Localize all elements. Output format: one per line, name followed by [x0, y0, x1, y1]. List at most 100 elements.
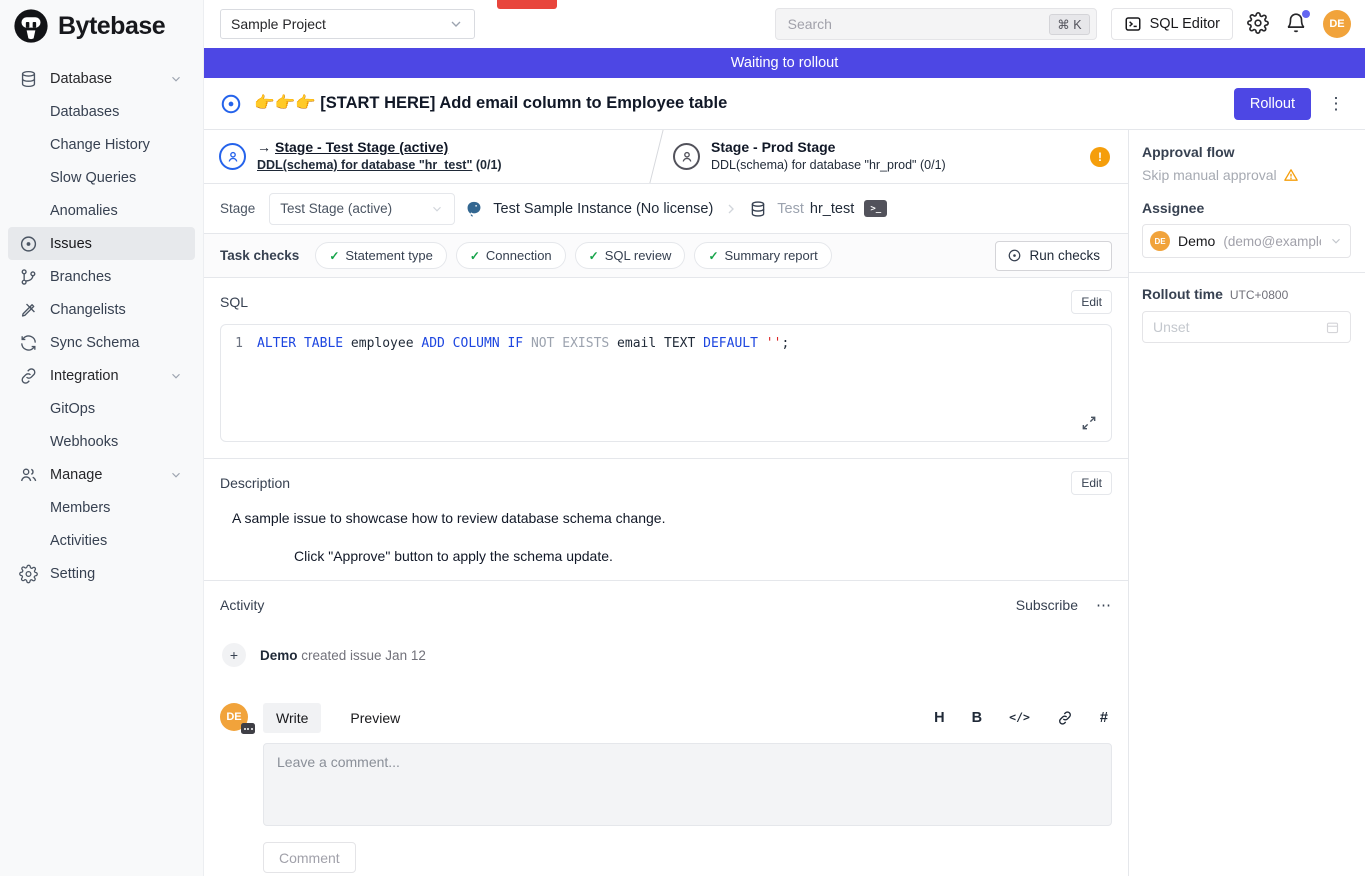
postgres-icon: [465, 200, 483, 218]
sidebar-item-label: Issues: [50, 236, 92, 252]
warning-icon: [1283, 167, 1299, 183]
assignee-title: Assignee: [1142, 200, 1351, 216]
sidebar-item-branches[interactable]: Branches: [8, 260, 195, 293]
description-section: Description Edit A sample issue to showc…: [204, 458, 1128, 580]
database-link[interactable]: hr_test: [810, 201, 854, 217]
sidebar-item-gitops[interactable]: GitOps: [8, 392, 195, 425]
sidebar-item-label: Integration: [50, 368, 119, 384]
heading-icon[interactable]: H: [934, 711, 944, 726]
brand-name: Bytebase: [58, 12, 165, 41]
description-body: A sample issue to showcase how to review…: [220, 510, 1112, 564]
description-paragraph: Click "Approve" button to apply the sche…: [294, 548, 1112, 564]
brand[interactable]: Bytebase: [0, 0, 203, 52]
sidebar-item-database[interactable]: Database: [8, 62, 195, 95]
main-area: Sample Project Search ⌘ K SQL Editor DE: [204, 0, 1365, 876]
rollout-time-placeholder: Unset: [1153, 319, 1325, 335]
notifications-button[interactable]: [1285, 12, 1309, 36]
terminal-icon: [1124, 15, 1142, 33]
sidebar-item-change-history[interactable]: Change History: [8, 128, 195, 161]
sidebar-item-manage[interactable]: Manage: [8, 458, 195, 491]
sidebar-item-label: Members: [50, 500, 110, 516]
instance-link[interactable]: Test Sample Instance (No license): [493, 201, 713, 217]
sidebar-item-setting[interactable]: Setting: [8, 557, 195, 590]
stage-prod-text: Stage - Prod Stage DDL(schema) for datab…: [711, 139, 946, 174]
link-icon[interactable]: [1057, 710, 1073, 726]
settings-button[interactable]: [1247, 12, 1271, 36]
search-input[interactable]: Search ⌘ K: [775, 8, 1097, 40]
project-select[interactable]: Sample Project: [220, 9, 475, 39]
sidebar-item-activities[interactable]: Activities: [8, 524, 195, 557]
stage-pipeline: →Stage - Test Stage (active) DDL(schema)…: [204, 130, 1128, 184]
sql-edit-button[interactable]: Edit: [1071, 290, 1112, 314]
check-icon: ✓: [708, 249, 718, 263]
content-row: →Stage - Test Stage (active) DDL(schema)…: [204, 130, 1365, 876]
stage-test-task: DDL(schema) for database "hr_test" (0/1): [257, 158, 502, 174]
task-check-pill-statement-type[interactable]: ✓Statement type: [315, 242, 447, 269]
sql-editor-button[interactable]: SQL Editor: [1111, 8, 1233, 40]
chevron-right-icon: [723, 201, 739, 217]
task-check-pill-connection[interactable]: ✓Connection: [456, 242, 566, 269]
description-paragraph: A sample issue to showcase how to review…: [232, 510, 1112, 526]
sidebar-item-label: Databases: [50, 104, 119, 120]
tab-preview[interactable]: Preview: [337, 703, 413, 733]
calendar-icon: [1325, 320, 1340, 335]
sidebar-item-issues[interactable]: Issues: [8, 227, 195, 260]
bold-icon[interactable]: B: [972, 711, 982, 726]
rollout-time-title: Rollout time: [1142, 286, 1223, 302]
expand-icon[interactable]: [1081, 415, 1097, 431]
stage-test-text: →Stage - Test Stage (active) DDL(schema)…: [257, 139, 502, 174]
sidebar-item-members[interactable]: Members: [8, 491, 195, 524]
issue-detail: →Stage - Test Stage (active) DDL(schema)…: [204, 130, 1128, 876]
stage-bar: Stage Test Stage (active) Test Sample In…: [204, 184, 1128, 234]
rollout-time-row: Rollout time UTC+0800: [1142, 286, 1351, 302]
line-number: 1: [231, 336, 257, 351]
notification-dot: [1302, 10, 1310, 18]
sidebar-item-sync-schema[interactable]: Sync Schema: [8, 326, 195, 359]
sidebar-item-label: Changelists: [50, 302, 126, 318]
assignee-name: Demo: [1178, 233, 1215, 249]
chevron-down-icon: [448, 16, 464, 32]
run-checks-button[interactable]: Run checks: [995, 241, 1112, 271]
search-placeholder: Search: [788, 16, 1050, 32]
database-icon: [749, 200, 767, 218]
tab-write[interactable]: Write: [263, 703, 321, 733]
stage-prod[interactable]: Stage - Prod Stage DDL(schema) for datab…: [657, 130, 1128, 183]
format-icons: H B </> #: [934, 710, 1112, 726]
code-icon[interactable]: </>: [1009, 712, 1030, 724]
topbar: Sample Project Search ⌘ K SQL Editor DE: [204, 0, 1365, 48]
sql-editor[interactable]: 1 ALTER TABLE employee ADD COLUMN IF NOT…: [220, 324, 1112, 442]
sql-title: SQL: [220, 294, 248, 310]
rollout-button[interactable]: Rollout: [1234, 88, 1311, 120]
hash-icon[interactable]: #: [1100, 711, 1108, 726]
comment-textarea[interactable]: Leave a comment...: [263, 743, 1112, 826]
comment-submit-button[interactable]: Comment: [263, 842, 356, 873]
sidebar-item-integration[interactable]: Integration: [8, 359, 195, 392]
sidebar-item-changelists[interactable]: Changelists: [8, 293, 195, 326]
sql-editor-label: SQL Editor: [1150, 16, 1220, 32]
rollout-time-input[interactable]: Unset: [1142, 311, 1351, 343]
user-avatar[interactable]: DE: [1323, 10, 1351, 38]
description-edit-button[interactable]: Edit: [1071, 471, 1112, 495]
sidebar-item-slow-queries[interactable]: Slow Queries: [8, 161, 195, 194]
sidebar-item-anomalies[interactable]: Anomalies: [8, 194, 195, 227]
sidebar-item-label: GitOps: [50, 401, 95, 417]
activity-more-button[interactable]: ⋯: [1096, 596, 1112, 614]
status-banner: Waiting to rollout: [204, 48, 1365, 78]
assignee-select[interactable]: DE Demo (demo@example: [1142, 224, 1351, 258]
more-actions-button[interactable]: ⋮: [1323, 94, 1349, 114]
task-check-pill-summary-report[interactable]: ✓Summary report: [694, 242, 831, 269]
open-sql-editor-badge[interactable]: >_: [864, 200, 887, 217]
stage-test[interactable]: →Stage - Test Stage (active) DDL(schema)…: [204, 130, 656, 183]
activity-item: +Demo created issue Jan 12: [220, 643, 1112, 667]
gear-icon: [1247, 12, 1269, 34]
approver-icon: [673, 143, 700, 170]
subscribe-button[interactable]: Subscribe: [1016, 597, 1078, 613]
assignee-email: (demo@example: [1223, 234, 1321, 249]
sidebar-item-databases[interactable]: Databases: [8, 95, 195, 128]
stage-prod-task: DDL(schema) for database "hr_prod" (0/1): [711, 158, 946, 174]
check-icon: ✓: [589, 249, 599, 263]
sidebar-item-label: Webhooks: [50, 434, 118, 450]
sidebar-item-webhooks[interactable]: Webhooks: [8, 425, 195, 458]
stage-select[interactable]: Test Stage (active): [269, 193, 455, 225]
task-check-pill-sql-review[interactable]: ✓SQL review: [575, 242, 686, 269]
